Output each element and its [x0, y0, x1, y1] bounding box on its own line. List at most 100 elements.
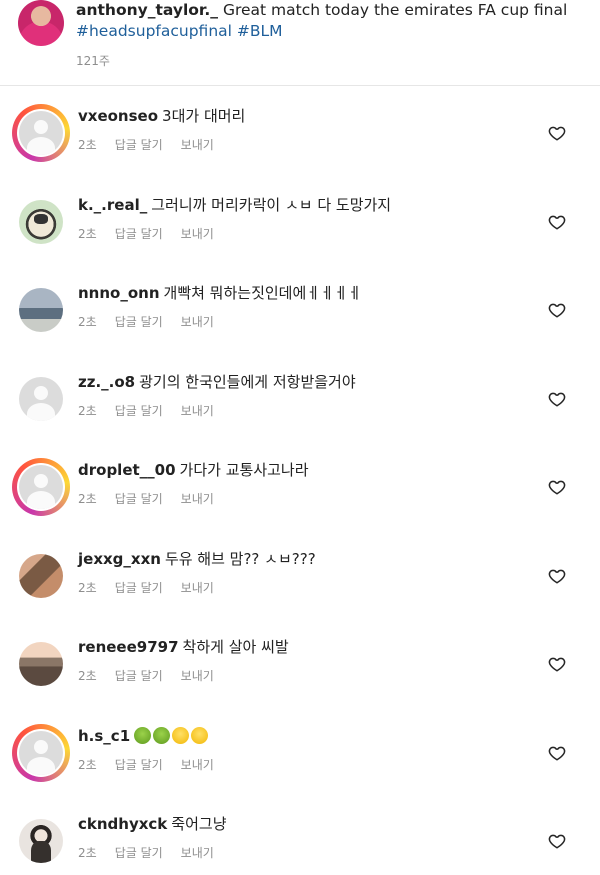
comment-username[interactable]: h.s_c1 — [78, 727, 130, 745]
comment-timestamp: 2초 — [78, 846, 97, 860]
comment-row: ckndhyxck 죽어그냥 2초 답글 달기 보내기 — [0, 796, 600, 875]
heart-outline-icon[interactable] — [548, 124, 566, 142]
send-button[interactable]: 보내기 — [181, 404, 214, 418]
comment-body: 착하게 살아 씨발 — [182, 638, 289, 656]
comment-username[interactable]: jexxg_xxn — [78, 550, 161, 568]
reply-button[interactable]: 답글 달기 — [115, 581, 163, 595]
comment-timestamp: 2초 — [78, 580, 97, 595]
send-button[interactable]: 보내기 — [181, 315, 214, 329]
comment-avatar[interactable] — [12, 193, 70, 251]
send-button[interactable]: 보내기 — [181, 492, 214, 506]
comment-meta: 2초 답글 달기 보내기 — [78, 756, 232, 773]
author-avatar[interactable] — [18, 0, 64, 46]
avatar-image — [17, 109, 65, 157]
caption-timestamp: 121주 — [76, 54, 110, 68]
reply-button[interactable]: 답글 달기 — [115, 846, 163, 860]
comment-avatar[interactable] — [12, 547, 70, 605]
send-button[interactable]: 보내기 — [181, 227, 214, 241]
caption-username[interactable]: anthony_taylor._ — [76, 1, 218, 19]
default-profile-icon — [19, 111, 63, 155]
comment-body: 개빡쳐 뭐하는짓인데에ㅔㅔㅔㅔ — [163, 284, 362, 302]
heart-outline-icon[interactable] — [548, 832, 566, 850]
comment-row: droplet__00 가다가 교통사고나라 2초 답글 달기 보내기 — [0, 442, 600, 530]
reply-button[interactable]: 답글 달기 — [115, 492, 163, 506]
comment-row: reneee9797 착하게 살아 씨발 2초 답글 달기 보내기 — [0, 619, 600, 707]
send-button[interactable]: 보내기 — [181, 138, 214, 152]
send-button[interactable]: 보내기 — [181, 846, 214, 860]
comment-text-line: droplet__00 가다가 교통사고나라 — [78, 460, 309, 480]
heart-outline-icon[interactable] — [548, 390, 566, 408]
send-button[interactable]: 보내기 — [181, 581, 214, 595]
comment-meta: 2초 답글 달기 보내기 — [78, 490, 232, 507]
heart-outline-icon[interactable] — [548, 478, 566, 496]
avatar-image — [17, 197, 65, 246]
caption-text: anthony_taylor._ Great match today the e… — [76, 0, 586, 42]
money-mouth-face-icon — [172, 726, 190, 744]
comment-username[interactable]: vxeonseo — [78, 107, 158, 125]
comment-username[interactable]: ckndhyxck — [78, 815, 167, 833]
comment-body: 3대가 대머리 — [162, 107, 246, 125]
comment-avatar[interactable] — [12, 370, 70, 428]
default-profile-icon — [19, 465, 63, 509]
comment-timestamp: 2초 — [78, 492, 97, 506]
comment-body: 광기의 한국인들에게 저항받을거야 — [139, 372, 356, 391]
comment-body: 그러니까 머리카락이 ㅅㅂ 다 도망가지 — [151, 195, 392, 214]
comment-row: zz._.o8 광기의 한국인들에게 저항받을거야 2초 답글 달기 보내기 — [0, 354, 600, 442]
avatar-image — [17, 640, 65, 688]
caption-body: Great match today the emirates FA cup fi… — [222, 1, 568, 19]
avatar-image — [17, 374, 65, 423]
comment-row: k._.real_ 그러니까 머리카락이 ㅅㅂ 다 도망가지 2초 답글 달기 보내기 — [0, 177, 600, 265]
default-profile-icon — [19, 730, 63, 775]
comment-body: 가다가 교통사고나라 — [179, 461, 309, 479]
comment-text-line: jexxg_xxn 두유 해브 맘?? ㅅㅂ??? — [78, 549, 316, 569]
comment-text-line: reneee9797 착하게 살아 씨발 — [78, 637, 289, 657]
comment-username[interactable]: nnno_onn — [78, 284, 160, 302]
comment-row: jexxg_xxn 두유 해브 맘?? ㅅㅂ??? 2초 답글 달기 보내기 — [0, 531, 600, 619]
caption-hashtags[interactable]: #headsupfacupfinal #BLM — [76, 22, 283, 40]
heart-outline-icon[interactable] — [548, 301, 566, 319]
nauseated-face-icon — [153, 726, 171, 744]
nauseated-face-icon — [134, 726, 152, 744]
comment-timestamp: 2초 — [78, 226, 97, 241]
comment-avatar[interactable] — [12, 812, 70, 870]
heart-outline-icon[interactable] — [548, 213, 566, 231]
comment-row: vxeonseo 3대가 대머리 2초 답글 달기 보내기 — [0, 88, 600, 176]
post-caption: anthony_taylor._ Great match today the e… — [0, 0, 600, 86]
avatar-image — [17, 551, 65, 600]
reply-button[interactable]: 답글 달기 — [115, 315, 163, 329]
heart-outline-icon[interactable] — [548, 567, 566, 585]
avatar-image — [17, 728, 65, 777]
comment-avatar[interactable] — [12, 104, 70, 162]
comment-avatar[interactable] — [12, 723, 70, 782]
comment-meta: 2초 답글 달기 보내기 — [78, 225, 232, 242]
reply-button[interactable]: 답글 달기 — [115, 227, 163, 241]
comment-text-line: zz._.o8 광기의 한국인들에게 저항받을거야 — [78, 372, 356, 392]
reply-button[interactable]: 답글 달기 — [115, 758, 163, 772]
heart-outline-icon[interactable] — [548, 744, 566, 762]
send-button[interactable]: 보내기 — [181, 758, 214, 772]
send-button[interactable]: 보내기 — [181, 669, 214, 683]
comment-text-line: nnno_onn 개빡쳐 뭐하는짓인데에ㅔㅔㅔㅔ — [78, 283, 362, 303]
comment-username[interactable]: zz._.o8 — [78, 373, 135, 391]
comment-avatar[interactable] — [12, 281, 70, 339]
comment-text-line: vxeonseo 3대가 대머리 — [78, 106, 245, 126]
comment-avatar[interactable] — [12, 635, 70, 693]
comment-meta: 2초 답글 달기 보내기 — [78, 667, 232, 684]
comment-row: nnno_onn 개빡쳐 뭐하는짓인데에ㅔㅔㅔㅔ 2초 답글 달기 보내기 — [0, 265, 600, 353]
comment-username[interactable]: droplet__00 — [78, 461, 176, 479]
comment-meta: 2초 답글 달기 보내기 — [78, 579, 232, 596]
heart-outline-icon[interactable] — [548, 655, 566, 673]
default-profile-icon — [19, 376, 63, 421]
comment-timestamp: 2초 — [78, 403, 97, 418]
comment-body: 죽어그냥 — [171, 815, 227, 833]
comment-timestamp: 2초 — [78, 315, 97, 329]
reply-button[interactable]: 답글 달기 — [115, 669, 163, 683]
reply-button[interactable]: 답글 달기 — [115, 138, 163, 152]
comment-username[interactable]: k._.real_ — [78, 196, 147, 214]
comment-avatar[interactable] — [12, 458, 70, 516]
reply-button[interactable]: 답글 달기 — [115, 404, 163, 418]
avatar-image — [17, 286, 65, 334]
comment-meta: 2초 답글 달기 보내기 — [78, 844, 232, 861]
profile-photo — [19, 553, 63, 598]
comment-username[interactable]: reneee9797 — [78, 638, 179, 656]
